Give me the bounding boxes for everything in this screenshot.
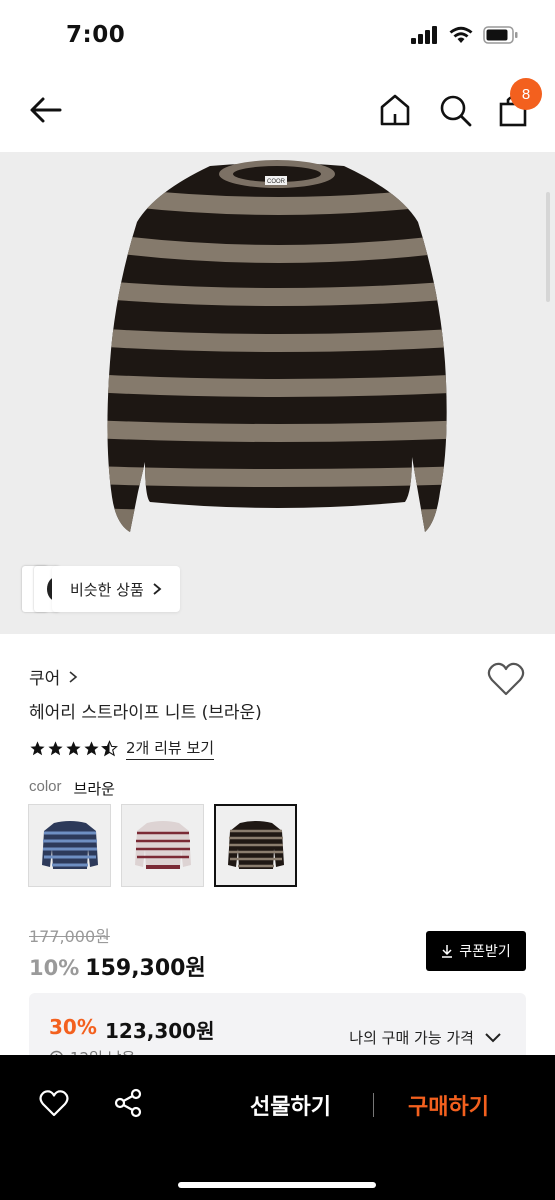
- back-arrow-icon[interactable]: [26, 90, 66, 130]
- home-icon[interactable]: [376, 90, 414, 130]
- sweater-thumbnail: [134, 820, 191, 869]
- color-value: 브라운: [73, 780, 115, 798]
- wifi-icon: [449, 26, 473, 43]
- similar-products-label: 비슷한 상품: [70, 580, 144, 599]
- sweater-thumbnail: [41, 820, 98, 869]
- label-tag-text: COOR: [267, 179, 286, 185]
- star-icon: [66, 741, 81, 756]
- image-scroll-indicator: [546, 192, 550, 302]
- color-swatches: [28, 804, 297, 887]
- gift-button[interactable]: 선물하기: [250, 1089, 331, 1121]
- my-price-label: 나의 구매 가능 가격: [349, 1029, 474, 1047]
- current-price: 159,300원: [85, 956, 206, 981]
- chevron-right-icon: [69, 670, 78, 683]
- original-price: 177,000원: [29, 927, 110, 946]
- battery-icon: [483, 26, 518, 44]
- buy-button[interactable]: 구매하기: [408, 1089, 489, 1121]
- download-icon: [442, 945, 453, 958]
- color-option-row: color 브라운: [29, 778, 115, 799]
- cart-count-badge: 8: [510, 78, 542, 110]
- half-star-icon: [101, 740, 118, 757]
- swatch-burgundy[interactable]: [121, 804, 204, 887]
- rating-row: 2개 리뷰 보기: [29, 737, 215, 760]
- swatch-brown[interactable]: [214, 804, 297, 887]
- price-row: 10% 159,300원: [29, 950, 206, 982]
- heart-icon[interactable]: [38, 1087, 70, 1119]
- search-icon[interactable]: [436, 90, 474, 130]
- benefit-price: 123,300원: [105, 1019, 215, 1043]
- sweater-thumbnail: [227, 820, 284, 869]
- chevron-right-icon: [153, 583, 162, 595]
- status-icons: [411, 26, 519, 44]
- color-label: color: [29, 778, 62, 795]
- sweater-image: COOR: [107, 160, 447, 532]
- product-image[interactable]: COOR 비슷한 상품: [0, 152, 555, 634]
- status-time: 7:00: [66, 22, 126, 48]
- brand-link[interactable]: 쿠어: [29, 664, 78, 689]
- coupon-button[interactable]: 쿠폰받기: [426, 931, 526, 971]
- brand-name: 쿠어: [29, 669, 61, 689]
- star-icon: [30, 741, 45, 756]
- benefit-rate: 30%: [49, 1015, 97, 1039]
- product-name: 헤어리 스트라이프 니트 (브라운): [29, 703, 262, 723]
- status-bar: 7:00: [0, 0, 555, 70]
- discount-rate: 10%: [29, 956, 80, 980]
- my-price-toggle[interactable]: 나의 구매 가능 가격: [349, 1027, 502, 1048]
- chevron-down-icon: [485, 1033, 501, 1043]
- nav-bar: [0, 70, 555, 152]
- star-icon: [84, 741, 99, 756]
- share-icon[interactable]: [112, 1087, 144, 1119]
- star-rating: [29, 740, 118, 757]
- signal-icon: [411, 26, 437, 44]
- heart-icon[interactable]: [486, 660, 526, 698]
- bottom-action-bar: 선물하기 구매하기: [0, 1055, 555, 1200]
- review-link[interactable]: 2개 리뷰 보기: [126, 737, 215, 760]
- benefit-price-box[interactable]: 30% 123,300원 나의 구매 가능 가격 12일 남음: [29, 993, 526, 1063]
- swatch-blue[interactable]: [28, 804, 111, 887]
- home-indicator: [178, 1182, 376, 1188]
- star-icon: [48, 741, 63, 756]
- similar-products-button[interactable]: 비슷한 상품: [52, 566, 180, 612]
- coupon-label: 쿠폰받기: [459, 944, 511, 960]
- divider: [373, 1093, 374, 1117]
